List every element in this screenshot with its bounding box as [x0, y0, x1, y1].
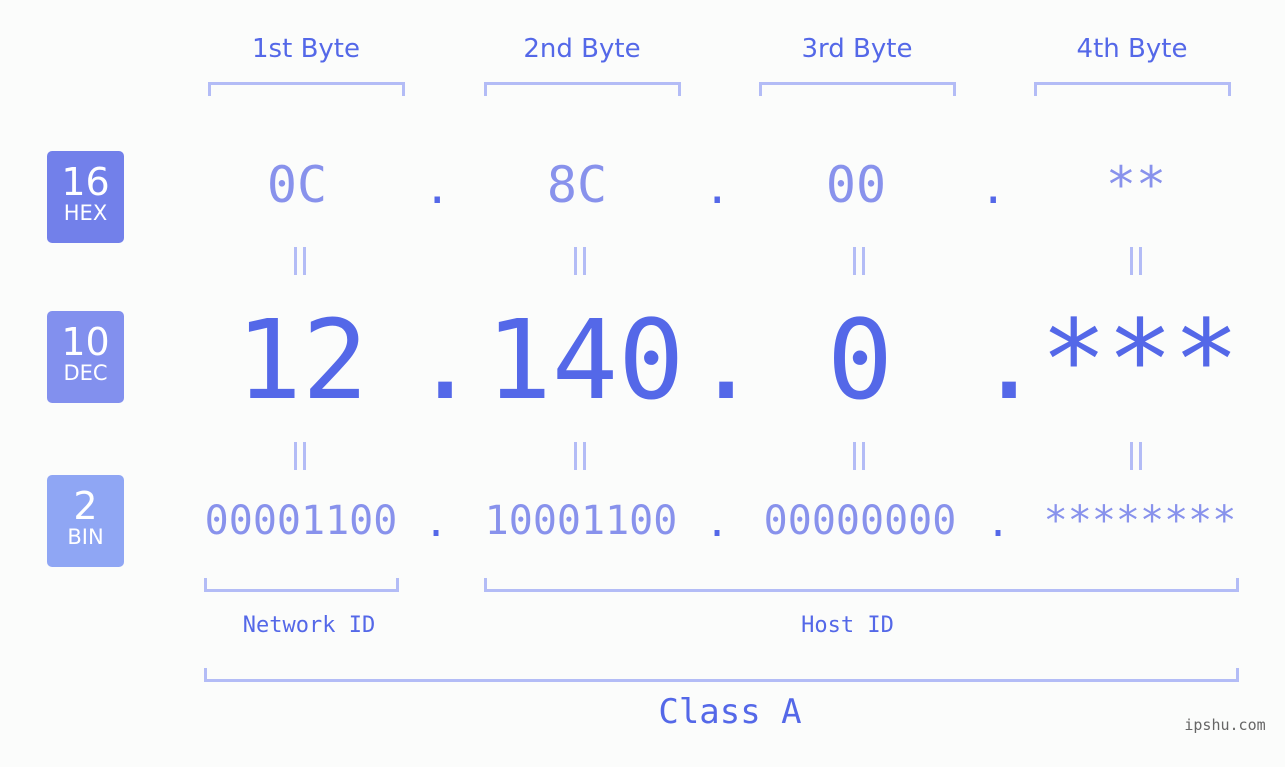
dec-byte-3: 0 — [826, 296, 894, 424]
dec-badge-label: DEC — [63, 361, 108, 385]
dec-byte-2: 140 — [485, 296, 685, 424]
bin-byte-1: 00001100 — [204, 498, 398, 544]
byte-label-1: 1st Byte — [252, 34, 360, 64]
hex-byte-1: 0C — [266, 156, 328, 214]
dec-badge: 10 DEC — [47, 311, 124, 403]
hex-badge-label: HEX — [63, 201, 108, 225]
network-id-bracket — [204, 578, 399, 592]
byte-label-4: 4th Byte — [1076, 34, 1188, 64]
byte-label-2: 2nd Byte — [523, 34, 641, 64]
dec-separator-2: . — [693, 296, 760, 424]
dec-badge-number: 10 — [61, 320, 110, 364]
hex-separator-2: . — [704, 163, 731, 214]
hex-byte-3: 00 — [825, 156, 887, 214]
equals-icon — [849, 247, 869, 275]
class-label: Class A — [658, 692, 802, 732]
bin-separator-2: . — [705, 500, 730, 546]
hex-badge: 16 HEX — [47, 151, 124, 243]
host-id-bracket — [484, 578, 1239, 592]
bin-byte-3: 00000000 — [763, 498, 957, 544]
dec-separator-3: . — [976, 296, 1043, 424]
hex-separator-1: . — [424, 163, 451, 214]
bin-byte-2: 10001100 — [484, 498, 678, 544]
bin-badge-label: BIN — [67, 525, 104, 549]
hex-separator-3: . — [980, 163, 1007, 214]
byte-label-3: 3rd Byte — [801, 34, 913, 64]
dec-byte-1: 12 — [235, 296, 369, 424]
host-id-label: Host ID — [801, 613, 894, 638]
byte-bracket-3 — [759, 82, 956, 96]
network-id-label: Network ID — [242, 613, 376, 638]
class-bracket — [204, 668, 1239, 682]
byte-bracket-1 — [208, 82, 405, 96]
dec-byte-4: *** — [1040, 296, 1240, 424]
equals-icon — [1126, 442, 1146, 470]
hex-byte-4: ** — [1105, 156, 1167, 214]
watermark: ipshu.com — [1184, 716, 1266, 734]
bin-separator-1: . — [424, 500, 449, 546]
hex-byte-2: 8C — [546, 156, 608, 214]
bin-badge-number: 2 — [73, 484, 98, 528]
bin-badge: 2 BIN — [47, 475, 124, 567]
equals-icon — [570, 442, 590, 470]
byte-bracket-2 — [484, 82, 681, 96]
equals-icon — [570, 247, 590, 275]
equals-icon — [849, 442, 869, 470]
equals-icon — [1126, 247, 1146, 275]
dec-separator-1: . — [412, 296, 479, 424]
hex-badge-number: 16 — [61, 160, 110, 204]
equals-icon — [290, 247, 310, 275]
bin-byte-4: ******** — [1043, 498, 1237, 544]
bin-separator-3: . — [986, 500, 1011, 546]
equals-icon — [290, 442, 310, 470]
byte-bracket-4 — [1034, 82, 1231, 96]
